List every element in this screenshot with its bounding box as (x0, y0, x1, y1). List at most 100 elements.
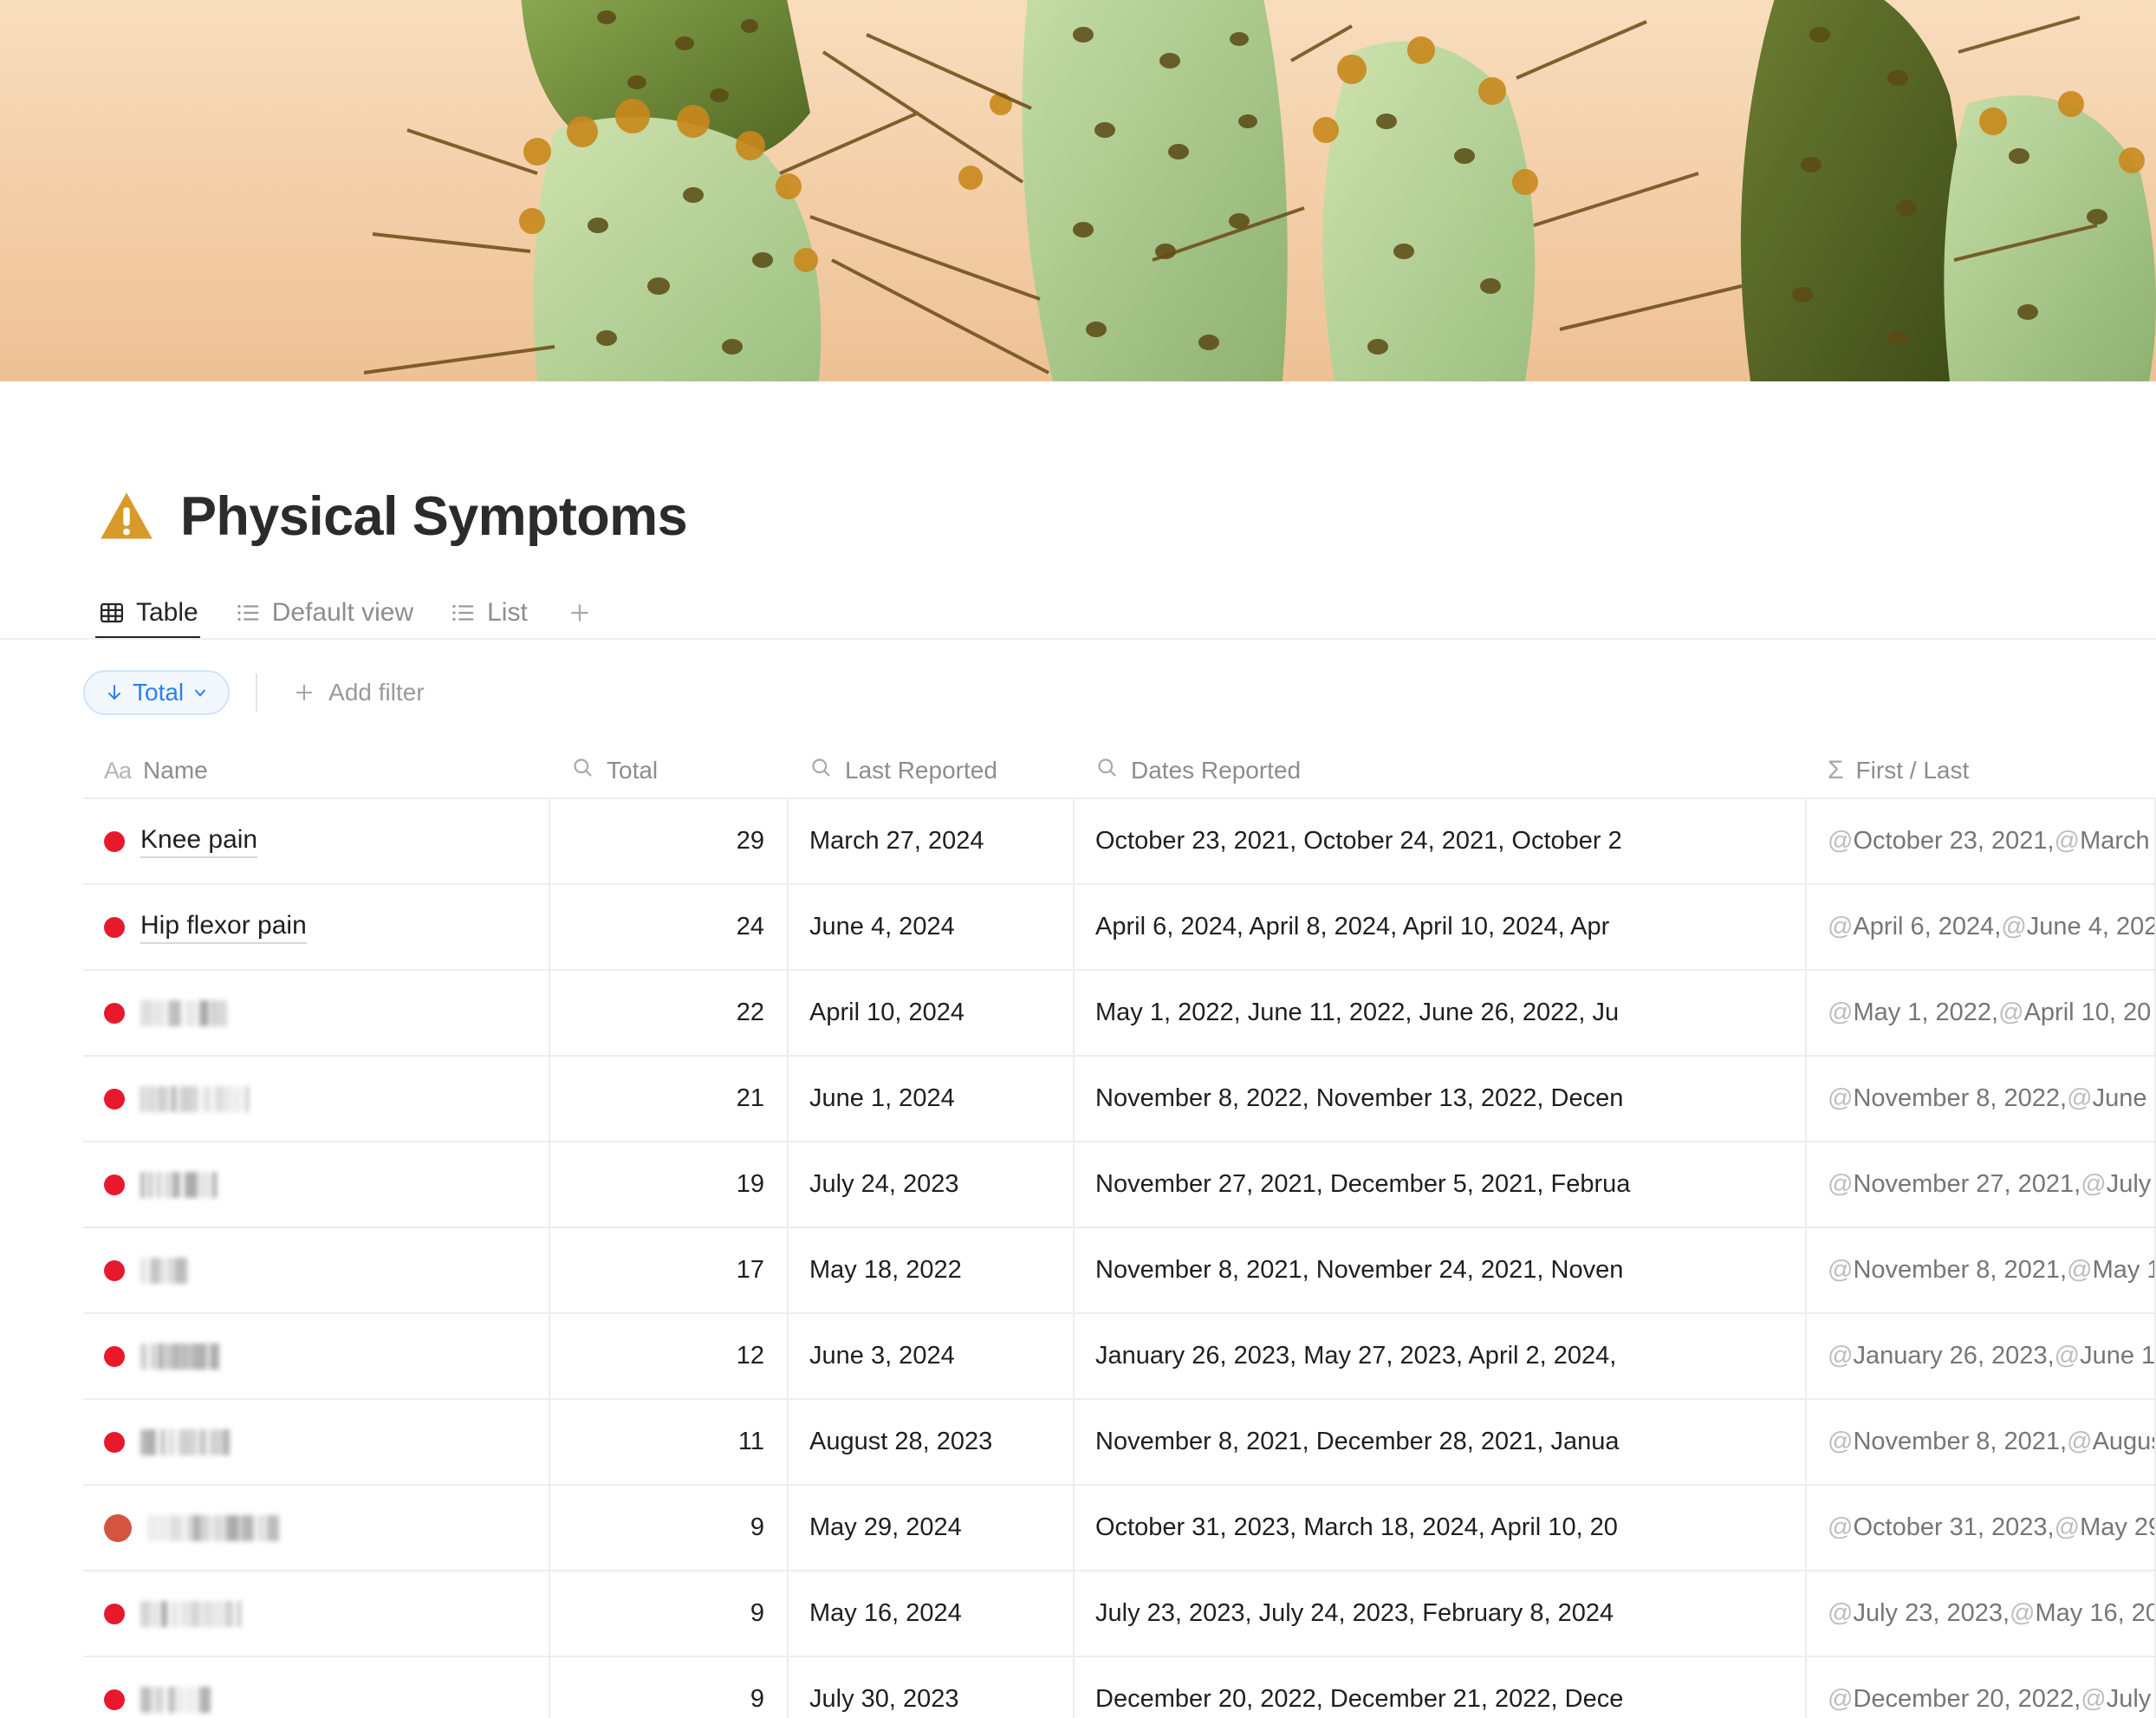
cell-dates-reported[interactable]: April 6, 2024, April 8, 2024, April 10, … (1075, 885, 1807, 969)
table-row[interactable]: 19 July 24, 2023 November 27, 2021, Decemb… (83, 1142, 2156, 1228)
row-name-link[interactable]: Hip flexor pain (140, 911, 307, 944)
tab-list[interactable]: List (446, 586, 542, 640)
notion-database-page: Physical Symptoms Table Default view Lis… (0, 0, 2156, 1718)
cell-name[interactable]: Hip flexor pain (83, 885, 550, 969)
cell-name[interactable] (83, 1572, 550, 1656)
redacted-name (140, 1600, 241, 1627)
list-icon (235, 600, 261, 626)
toolbar-divider (256, 674, 258, 712)
status-dot-icon (104, 830, 125, 852)
cell-dates-reported[interactable]: November 8, 2022, November 13, 2022, Dec… (1075, 1057, 1807, 1141)
table-row[interactable]: 21 June 1, 2024 November 8, 2022, November… (83, 1057, 2156, 1142)
table-row[interactable]: 22 April 10, 2024 May 1, 2022, June 11, 20… (83, 971, 2156, 1057)
add-view-button[interactable] (561, 586, 599, 640)
cell-first-last[interactable]: @ April 6, 2024, @ June 4, 202 (1807, 885, 2156, 969)
cell-dates-reported[interactable]: July 23, 2023, July 24, 2023, February 8… (1075, 1572, 1807, 1656)
cell-dates-reported[interactable]: December 20, 2022, December 21, 2022, De… (1075, 1657, 1807, 1718)
row-name-link[interactable]: Knee pain (140, 825, 258, 858)
cell-total[interactable]: 11 (550, 1400, 789, 1484)
cell-last-reported[interactable]: August 28, 2023 (789, 1400, 1075, 1484)
cell-last-reported[interactable]: June 3, 2024 (789, 1314, 1075, 1398)
cell-dates-reported[interactable]: May 1, 2022, June 11, 2022, June 26, 202… (1075, 971, 1807, 1055)
cell-last-reported[interactable]: May 16, 2024 (789, 1572, 1075, 1656)
cell-dates-reported[interactable]: November 8, 2021, November 24, 2021, Nov… (1075, 1228, 1807, 1312)
cell-total[interactable]: 9 (550, 1657, 789, 1718)
cell-total[interactable]: 22 (550, 971, 789, 1055)
column-header-name[interactable]: Aa Name (83, 744, 550, 797)
table-icon (99, 600, 125, 626)
cell-total[interactable]: 9 (550, 1486, 789, 1570)
table-row[interactable]: 12 June 3, 2024 January 26, 2023, May 27, … (83, 1314, 2156, 1400)
cell-last-reported[interactable]: July 30, 2023 (789, 1657, 1075, 1718)
cell-first-last[interactable]: @ November 8, 2021, @ May 1 (1807, 1228, 2156, 1312)
table-row[interactable]: 17 May 18, 2022 November 8, 2021, November… (83, 1228, 2156, 1314)
cell-total[interactable]: 29 (550, 799, 789, 883)
cell-name[interactable]: Knee pain (83, 799, 550, 883)
redacted-name (147, 1514, 282, 1541)
tab-default-view[interactable]: Default view (231, 586, 427, 640)
table-row[interactable]: Knee pain 29 March 27, 2024 October 23, 202… (83, 799, 2156, 885)
cell-name[interactable] (83, 1400, 550, 1484)
cell-dates-reported[interactable]: November 8, 2021, December 28, 2021, Jan… (1075, 1400, 1807, 1484)
cell-first-last[interactable]: @ May 1, 2022, @ April 10, 20 (1807, 971, 2156, 1055)
cell-name[interactable] (83, 1228, 550, 1312)
cell-name[interactable] (83, 1057, 550, 1141)
rollup-search-icon (571, 756, 594, 785)
cell-first-last[interactable]: @ July 23, 2023, @ May 16, 20 (1807, 1572, 2156, 1656)
tab-table[interactable]: Table (95, 586, 212, 640)
status-dot-icon (104, 1259, 125, 1281)
column-header-last-reported[interactable]: Last Reported (789, 744, 1075, 797)
cell-first-last[interactable]: @ October 23, 2021, @ March (1807, 799, 2156, 883)
cell-last-reported[interactable]: June 4, 2024 (789, 885, 1075, 969)
cell-dates-reported[interactable]: October 23, 2021, October 24, 2021, Octo… (1075, 799, 1807, 883)
column-header-total[interactable]: Total (550, 744, 789, 797)
cell-first-last[interactable]: @ November 27, 2021, @ July (1807, 1142, 2156, 1227)
view-tabs: Table Default view List (95, 586, 2156, 640)
table-row[interactable]: 9 July 30, 2023 December 20, 2022, Decembe… (83, 1657, 2156, 1718)
redacted-name (140, 1686, 214, 1713)
cell-last-reported[interactable]: July 24, 2023 (789, 1142, 1075, 1227)
column-header-first-last[interactable]: Σ First / Last (1807, 744, 2156, 797)
cell-name[interactable] (83, 1314, 550, 1398)
cell-total[interactable]: 21 (550, 1057, 789, 1141)
cell-name[interactable] (83, 1486, 550, 1570)
cell-dates-reported[interactable]: January 26, 2023, May 27, 2023, April 2,… (1075, 1314, 1807, 1398)
page-title: Physical Symptoms (180, 485, 688, 547)
table-row[interactable]: 9 May 29, 2024 October 31, 2023, March 18,… (83, 1486, 2156, 1572)
sort-total-button[interactable]: Total (83, 670, 231, 715)
cell-first-last[interactable]: @ October 31, 2023, @ May 29 (1807, 1486, 2156, 1570)
page-title-row: Physical Symptoms (95, 478, 2156, 555)
column-header-last-reported-label: Last Reported (845, 757, 997, 784)
view-tabs-wrapper: Table Default view List (0, 586, 2156, 640)
redacted-name (140, 1171, 217, 1198)
cell-first-last[interactable]: @ January 26, 2023, @ June 1 (1807, 1314, 2156, 1398)
redacted-name (140, 1257, 189, 1284)
cell-name[interactable] (83, 1142, 550, 1227)
cell-last-reported[interactable]: June 1, 2024 (789, 1057, 1075, 1141)
table-row[interactable]: 9 May 16, 2024 July 23, 2023, July 24, 202… (83, 1572, 2156, 1657)
tab-default-view-label: Default view (271, 598, 414, 627)
cell-dates-reported[interactable]: October 31, 2023, March 18, 2024, April … (1075, 1486, 1807, 1570)
cell-name[interactable] (83, 971, 550, 1055)
cell-first-last[interactable]: @ December 20, 2022, @ July (1807, 1657, 2156, 1718)
cell-last-reported[interactable]: April 10, 2024 (789, 971, 1075, 1055)
cell-total[interactable]: 17 (550, 1228, 789, 1312)
cell-dates-reported[interactable]: November 27, 2021, December 5, 2021, Feb… (1075, 1142, 1807, 1227)
cell-total[interactable]: 9 (550, 1572, 789, 1656)
cell-total[interactable]: 19 (550, 1142, 789, 1227)
status-dot-icon (104, 1088, 125, 1110)
view-toolbar: Total Add filter (83, 666, 2156, 719)
cell-total[interactable]: 12 (550, 1314, 789, 1398)
cell-total[interactable]: 24 (550, 885, 789, 969)
column-header-dates-reported[interactable]: Dates Reported (1075, 744, 1807, 797)
cell-last-reported[interactable]: May 29, 2024 (789, 1486, 1075, 1570)
table-row[interactable]: 11 August 28, 2023 November 8, 2021, Decem… (83, 1400, 2156, 1486)
cell-name[interactable] (83, 1657, 550, 1718)
cell-first-last[interactable]: @ November 8, 2022, @ June (1807, 1057, 2156, 1141)
cell-last-reported[interactable]: March 27, 2024 (789, 799, 1075, 883)
formula-sigma-icon: Σ (1828, 756, 1844, 784)
cell-last-reported[interactable]: May 18, 2022 (789, 1228, 1075, 1312)
cell-first-last[interactable]: @November 8, 2021, @Augus (1807, 1400, 2156, 1484)
add-filter-button[interactable]: Add filter (283, 674, 433, 712)
table-row[interactable]: Hip flexor pain 24 June 4, 2024 April 6, 20… (83, 885, 2156, 971)
